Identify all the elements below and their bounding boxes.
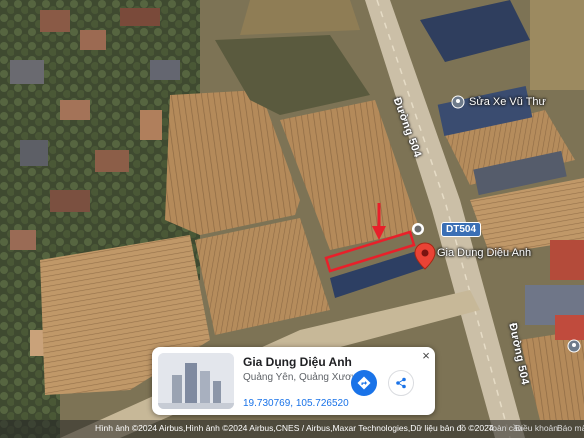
- building-placeholder-icon: [158, 353, 234, 409]
- directions-icon: [357, 376, 371, 390]
- repair-shop-pin[interactable]: [451, 95, 465, 109]
- map-footer: Hình ảnh ©2024 Airbus,Hình ảnh ©2024 Air…: [0, 420, 584, 438]
- footer-link-terms[interactable]: Điều khoản: [515, 423, 558, 433]
- poi-label-repair-shop[interactable]: Sửa Xe Vũ Thư: [469, 96, 546, 108]
- share-button[interactable]: [388, 370, 414, 396]
- route-shield-dt504: DT504: [441, 222, 482, 237]
- right-edge-pin[interactable]: [567, 339, 581, 353]
- location-dot-icon[interactable]: [412, 223, 424, 235]
- directions-button[interactable]: [351, 370, 377, 396]
- field-6: [240, 0, 360, 35]
- poi-label-store[interactable]: Gia Dụng Diệu Anh: [437, 247, 531, 259]
- place-card[interactable]: Gia Dụng Diệu Anh Quảng Yên, Quảng Xươn……: [152, 347, 435, 415]
- close-icon[interactable]: ×: [420, 349, 432, 362]
- place-thumbnail[interactable]: [158, 353, 234, 409]
- attribution-text: Hình ảnh ©2024 Airbus,Hình ảnh ©2024 Air…: [95, 423, 494, 433]
- share-icon: [396, 377, 406, 389]
- place-name: Gia Dụng Diệu Anh: [243, 355, 352, 369]
- footer-link-report[interactable]: Báo mả: [557, 423, 584, 433]
- place-coordinates[interactable]: 19.730769, 105.726520: [243, 398, 349, 409]
- place-address: Quảng Yên, Quảng Xươn…: [243, 372, 353, 383]
- field-right-3: [530, 0, 584, 90]
